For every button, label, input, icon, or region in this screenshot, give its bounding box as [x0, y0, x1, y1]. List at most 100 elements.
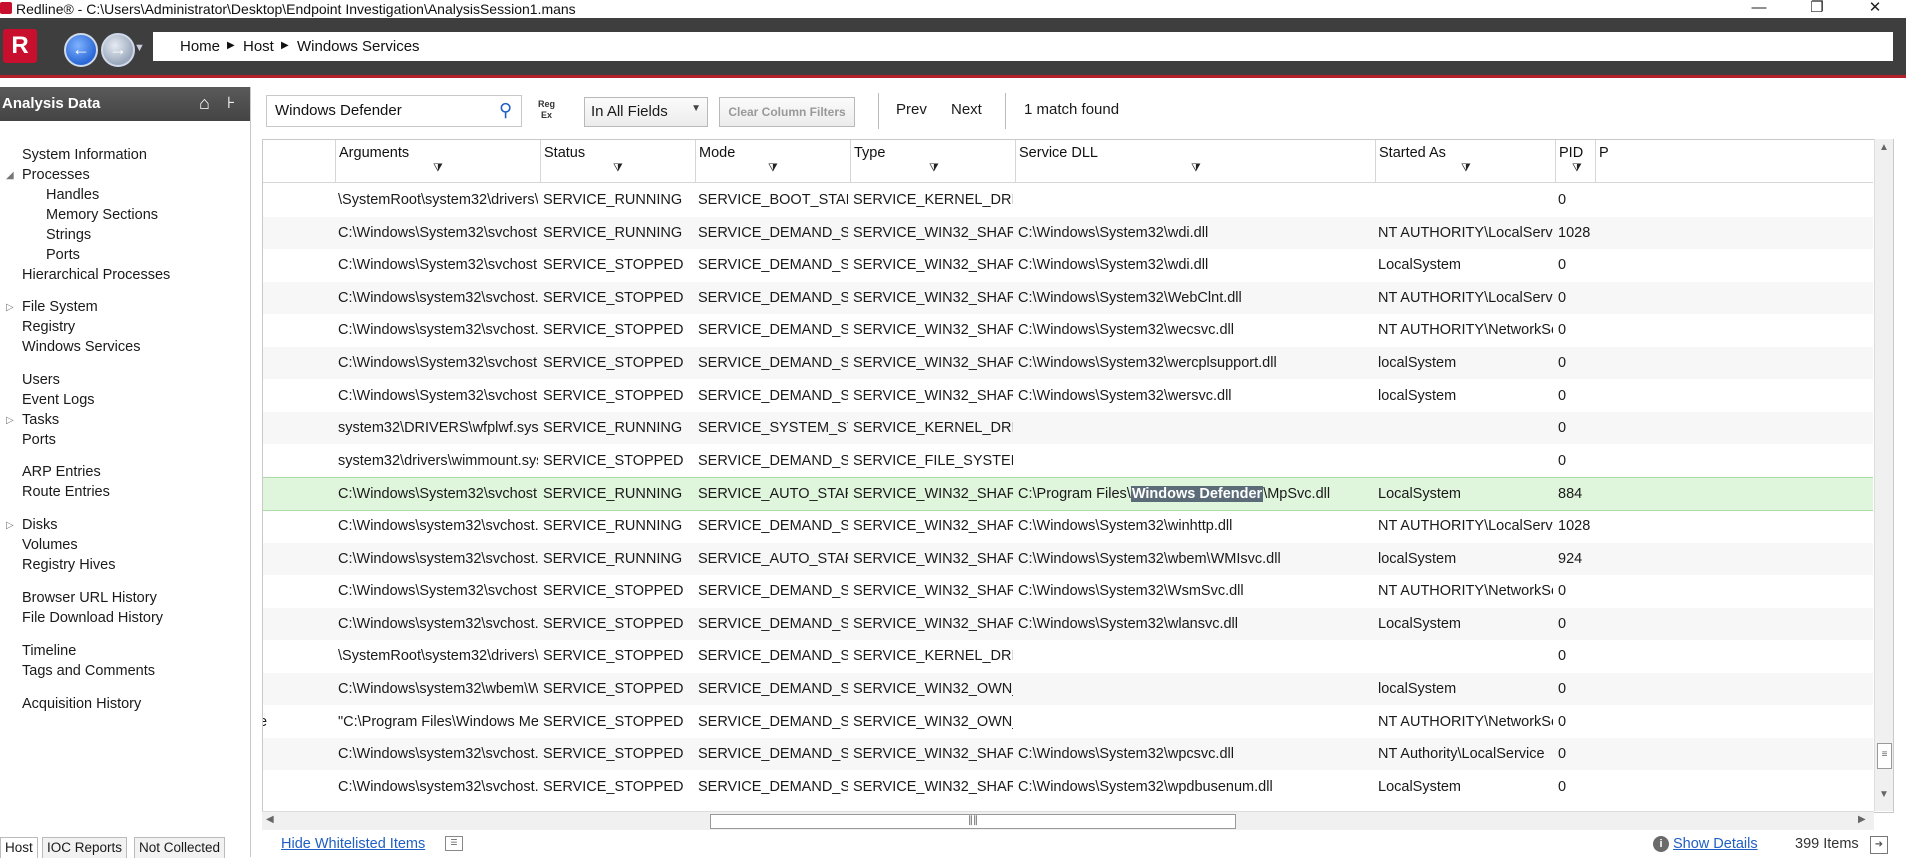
tree-item-windows-services[interactable]: Windows Services	[22, 339, 140, 355]
search-icon[interactable]: ⚲	[499, 100, 512, 121]
column-filter-icon[interactable]: ⧩	[1572, 162, 1582, 175]
minimize-icon[interactable]: —	[1736, 0, 1782, 18]
table-row[interactable]: C:\Windows\System32\svchost.exe... SERVIC…	[263, 477, 1873, 511]
tree-item-processes[interactable]: Processes	[22, 167, 90, 183]
table-row[interactable]: C:\Windows\System32\svchost.exe... SERVIC…	[263, 217, 1873, 249]
tree-item-hierarchical-processes[interactable]: Hierarchical Processes	[22, 267, 170, 283]
regex-toggle-icon[interactable]: Reg Ex	[538, 99, 555, 121]
collapsed-arrow-icon[interactable]: ▷	[6, 520, 14, 531]
collapsed-arrow-icon[interactable]: ▷	[6, 302, 14, 313]
table-row[interactable]: C:\Windows\system32\svchost.exe... SERVIC…	[263, 738, 1873, 770]
home-icon[interactable]: ⌂	[199, 93, 210, 114]
tree-item-system-information[interactable]: System Information	[22, 147, 147, 163]
tree-item-route-entries[interactable]: Route Entries	[22, 484, 110, 500]
column-filter-icon[interactable]: ⧩	[929, 162, 939, 175]
column-filter-icon[interactable]: ⧩	[1461, 162, 1471, 175]
table-row[interactable]: C:\Windows\System32\svchost.exe... SERVIC…	[263, 347, 1873, 379]
column-label: PID	[1559, 145, 1584, 161]
breadcrumb-windows-services[interactable]: Windows Services	[297, 38, 420, 55]
tree-item-file-system[interactable]: File System	[22, 299, 98, 315]
whitelist-list-icon[interactable]: ☰	[445, 836, 463, 851]
table-row[interactable]: \SystemRoot\system32\drivers\w... SERVICE…	[263, 640, 1873, 672]
table-row[interactable]: system32\DRIVERS\wfplwf.sys SERVICE_RUNNI…	[263, 412, 1873, 444]
column-header-status[interactable]: Status ⧩	[540, 140, 696, 182]
column-filter-icon[interactable]: ⧩	[768, 162, 778, 175]
tree-item-disks[interactable]: Disks	[22, 517, 57, 533]
collapsed-arrow-icon[interactable]: ▷	[6, 415, 14, 426]
vertical-scroll-thumb[interactable]: ≡	[1877, 743, 1892, 769]
scroll-down-icon[interactable]: ▼	[1879, 789, 1889, 800]
cell-arg: C:\Windows\system32\svchost.exe...	[338, 322, 538, 338]
column-header-type[interactable]: Type ⧩	[850, 140, 1016, 182]
scroll-up-icon[interactable]: ▲	[1879, 142, 1889, 153]
analysis-data-pane: Analysis Data ⌂ ⊦ System Information Proc…	[0, 87, 251, 858]
table-row[interactable]: C:\Windows\System32\svchost.exe... SERVIC…	[263, 249, 1873, 281]
history-dropdown-icon[interactable]: ▼	[134, 42, 145, 54]
scroll-left-icon[interactable]: ◀	[266, 814, 274, 825]
show-details-link[interactable]: Show Details	[1673, 836, 1758, 852]
table-row[interactable]: C:\Windows\system32\svchost.exe... SERVIC…	[263, 771, 1873, 803]
search-scope-select[interactable]: In All Fields ▼	[584, 97, 708, 127]
column-header-started-as[interactable]: Started As ⧩	[1375, 140, 1556, 182]
table-row[interactable]: \SystemRoot\system32\drivers\W... SERVICE…	[263, 184, 1873, 216]
column-filter-icon[interactable]: ⧩	[1191, 162, 1201, 175]
hide-whitelisted-link[interactable]: Hide Whitelisted Items	[281, 836, 425, 852]
table-row[interactable]: C:\Windows\System32\svchost.exe... SERVIC…	[263, 380, 1873, 412]
clear-column-filters-button[interactable]: Clear Column Filters	[719, 97, 855, 127]
column-header-p[interactable]: P	[1595, 140, 1616, 182]
tree-item-timeline[interactable]: Timeline	[22, 643, 76, 659]
export-icon[interactable]: ➜	[1870, 836, 1888, 854]
breadcrumb-home[interactable]: Home	[180, 38, 220, 55]
tree-item-registry-hives[interactable]: Registry Hives	[22, 557, 115, 573]
column-header-service-dll[interactable]: Service DLL ⧩	[1015, 140, 1376, 182]
tree-item-handles[interactable]: Handles	[46, 187, 99, 203]
column-header-pid[interactable]: PID ⧩	[1555, 140, 1596, 182]
tree-item-ports[interactable]: Ports	[22, 432, 56, 448]
horizontal-scroll-thumb[interactable]: ∥∥	[710, 814, 1236, 829]
tab-ioc-reports[interactable]: IOC Reports	[42, 837, 128, 858]
prev-match-button[interactable]: Prev	[896, 101, 927, 118]
table-row[interactable]: C:\Windows\system32\svchost.exe... SERVIC…	[263, 282, 1873, 314]
tree-item-registry[interactable]: Registry	[22, 319, 75, 335]
tree-item-acquisition-history[interactable]: Acquisition History	[22, 696, 141, 712]
table-row[interactable]: e "C:\Program Files\Windows Media... SERVI…	[263, 706, 1873, 738]
horizontal-scrollbar[interactable]: ◀ ∥∥ ▶	[262, 811, 1874, 830]
table-row[interactable]: C:\Windows\system32\svchost.exe... SERVIC…	[263, 543, 1873, 575]
table-row[interactable]: C:\Windows\system32\wbem\Wm... SERVICE_ST…	[263, 673, 1873, 705]
table-row[interactable]: C:\Windows\system32\svchost.exe... SERVIC…	[263, 314, 1873, 346]
tree-item-tasks[interactable]: Tasks	[22, 412, 59, 428]
tree-item-event-logs[interactable]: Event Logs	[22, 392, 95, 408]
tree-item-users[interactable]: Users	[22, 372, 60, 388]
next-match-button[interactable]: Next	[951, 101, 982, 118]
table-row[interactable]: system32\drivers\wimmount.sys SERVICE_STO…	[263, 445, 1873, 477]
table-row[interactable]: C:\Windows\System32\svchost.exe... SERVIC…	[263, 575, 1873, 607]
tree-item-file-download-history[interactable]: File Download History	[22, 610, 163, 626]
breadcrumb-host[interactable]: Host	[243, 38, 274, 55]
tab-not-collected[interactable]: Not Collected	[134, 837, 226, 858]
back-arrow-icon[interactable]: ←	[64, 33, 98, 67]
vertical-scrollbar[interactable]: ▲ ≡ ▼	[1874, 139, 1893, 811]
column-filter-icon[interactable]: ⧩	[433, 162, 443, 175]
tree-item-ports[interactable]: Ports	[46, 247, 80, 263]
tree-item-browser-url-history[interactable]: Browser URL History	[22, 590, 157, 606]
close-icon[interactable]: ✕	[1852, 0, 1898, 18]
restore-icon[interactable]: ❐	[1794, 0, 1840, 18]
table-row[interactable]: C:\Windows\system32\svchost.exe... SERVIC…	[263, 608, 1873, 640]
table-row[interactable]: C:\Windows\system32\svchost.exe... SERVIC…	[263, 510, 1873, 542]
search-input[interactable]: Windows Defender ⚲	[266, 95, 522, 127]
tree-item-arp-entries[interactable]: ARP Entries	[22, 464, 101, 480]
expanded-arrow-icon[interactable]: ◢	[6, 170, 14, 181]
forward-arrow-icon[interactable]: →	[101, 33, 135, 67]
tree-item-strings[interactable]: Strings	[46, 227, 91, 243]
search-query[interactable]: Windows Defender	[275, 102, 402, 119]
column-filter-icon[interactable]: ⧩	[613, 162, 623, 175]
tree-item-memory-sections[interactable]: Memory Sections	[46, 207, 158, 223]
tab-host[interactable]: Host	[0, 837, 38, 858]
column-header-arguments[interactable]: Arguments ⧩	[335, 140, 541, 182]
tree-item-tags-and-comments[interactable]: Tags and Comments	[22, 663, 155, 679]
pin-icon[interactable]: ⊦	[227, 93, 235, 113]
cell-type: SERVICE_WIN32_SHARE_P...	[853, 322, 1013, 338]
tree-item-volumes[interactable]: Volumes	[22, 537, 78, 553]
column-header-mode[interactable]: Mode ⧩	[695, 140, 851, 182]
scroll-right-icon[interactable]: ▶	[1858, 814, 1866, 825]
